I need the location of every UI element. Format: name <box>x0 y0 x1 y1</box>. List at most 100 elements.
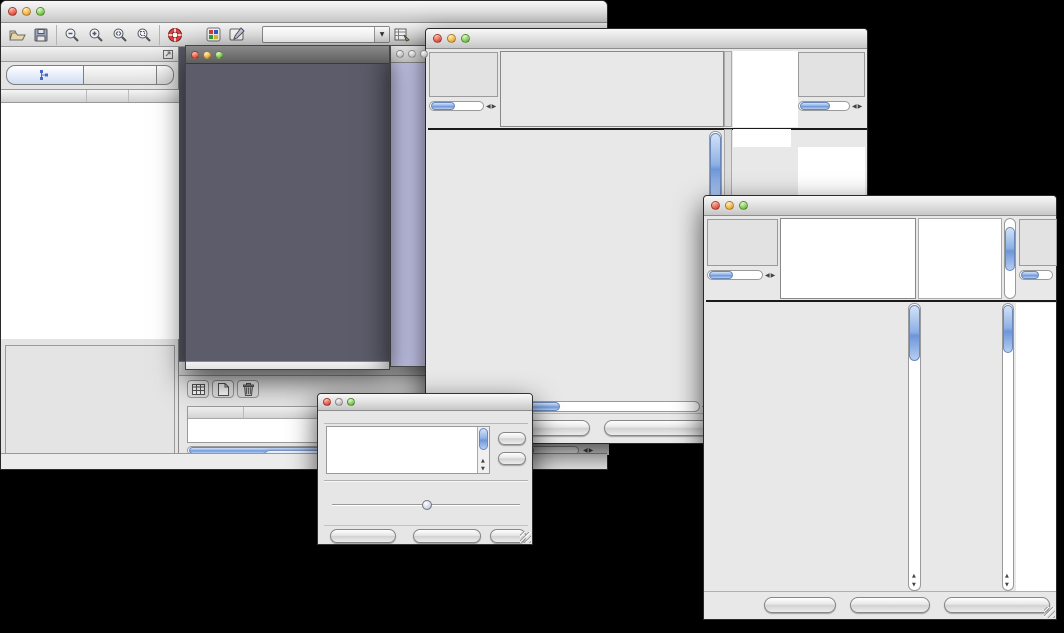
tab-vizmapper[interactable] <box>84 65 157 85</box>
animate-vizmap-button[interactable] <box>330 529 396 543</box>
animation-speed-slider[interactable] <box>332 500 520 510</box>
scroll-down-arrow[interactable]: ▼ <box>481 466 486 472</box>
slider-thumb[interactable] <box>422 500 432 510</box>
minimize-button[interactable] <box>22 7 31 16</box>
zoom-button[interactable] <box>36 7 45 16</box>
select-attributes-button[interactable] <box>187 380 209 398</box>
tv1-hints-hscrollbar[interactable] <box>798 101 850 111</box>
scroll-up-arrow[interactable]: ▲ <box>912 573 917 579</box>
col-nodes[interactable] <box>87 90 129 102</box>
close-button[interactable] <box>711 201 720 210</box>
minimize-button[interactable] <box>203 51 211 59</box>
zoom-fit-button[interactable] <box>108 24 132 46</box>
tv1-status-scroll-arrows[interactable]: ◀▶ <box>486 103 497 110</box>
tv2-save-data-button[interactable] <box>850 597 930 613</box>
scroll-down-arrow[interactable]: ▼ <box>912 582 917 588</box>
tv1-separator <box>428 128 867 130</box>
zoom-button[interactable] <box>347 398 355 406</box>
col-edges[interactable] <box>129 90 179 102</box>
tab-overflow-button[interactable] <box>157 65 174 85</box>
resize-grip[interactable] <box>520 532 531 543</box>
id-column-header[interactable] <box>188 407 244 418</box>
scroll-up-arrow[interactable]: ▲ <box>1005 573 1010 579</box>
attribute-browser-button[interactable] <box>390 24 414 46</box>
tv2-status-scroll-arrows[interactable]: ◀▶ <box>765 272 776 279</box>
close-button[interactable] <box>433 34 442 43</box>
close-button[interactable] <box>191 51 199 59</box>
tv2-hints-hscrollbar[interactable] <box>1019 270 1053 280</box>
scroll-up-arrow[interactable]: ▲ <box>481 458 486 464</box>
network1-view[interactable] <box>186 64 389 369</box>
treeview1-title-bar[interactable] <box>426 29 867 49</box>
network1-title-bar[interactable] <box>186 46 389 64</box>
toolbar-separator <box>56 25 57 45</box>
tv1-label-scroll-strip[interactable] <box>724 51 732 127</box>
dialog-title-bar[interactable] <box>318 394 532 411</box>
search-dropdown-arrow[interactable]: ▼ <box>374 27 389 42</box>
tv1-column-labels <box>733 51 791 127</box>
tv2-separator <box>706 300 1056 302</box>
move-down-button[interactable] <box>498 452 526 465</box>
tv2-labels-vscrollbar[interactable] <box>1004 218 1016 299</box>
tv1-export-graphics-button[interactable] <box>604 420 710 436</box>
network-overview[interactable] <box>5 345 175 459</box>
create-attribute-button[interactable] <box>212 380 234 398</box>
zoom-button[interactable] <box>420 50 428 58</box>
resize-grip[interactable] <box>1044 607 1055 618</box>
tv1-heatmap[interactable] <box>500 131 708 399</box>
save-session-button[interactable] <box>29 24 53 46</box>
treeview2-title-bar[interactable] <box>704 196 1056 216</box>
search-input[interactable] <box>263 27 374 42</box>
close-button[interactable] <box>8 7 17 16</box>
tv2-heatmap[interactable] <box>781 303 907 591</box>
tv1-hints-scroll-arrows[interactable]: ◀▶ <box>852 103 863 110</box>
minimize-button[interactable] <box>725 201 734 210</box>
close-button[interactable] <box>396 50 404 58</box>
annotation-tool-button[interactable] <box>225 24 249 46</box>
open-session-button[interactable] <box>5 24 29 46</box>
listbox-vscrollbar[interactable]: ▲ ▼ <box>477 427 489 473</box>
attribute-listbox[interactable]: ▲ ▼ <box>326 426 490 474</box>
zoom-out-button[interactable] <box>60 24 84 46</box>
float-panel-icon[interactable] <box>163 50 173 59</box>
tv2-row-dendrogram[interactable] <box>707 303 780 591</box>
help-button[interactable] <box>163 24 187 46</box>
tv2-column-dendrogram[interactable] <box>780 218 916 299</box>
vizmapper-icon <box>206 27 221 42</box>
zoom-button[interactable] <box>215 51 223 59</box>
tv2-selection-heatmap[interactable] <box>924 303 1000 591</box>
tv1-column-dendrogram[interactable] <box>500 51 724 127</box>
create-vizmap-button[interactable] <box>413 529 481 543</box>
zoom-out-icon <box>64 27 80 43</box>
tv1-row-dendrogram[interactable] <box>429 131 499 399</box>
delete-attribute-button[interactable] <box>237 380 259 398</box>
tv2-status-hscrollbar[interactable] <box>707 270 763 280</box>
move-up-button[interactable] <box>498 432 526 445</box>
vizmapper-tool-button[interactable] <box>201 24 225 46</box>
tv2-settings-button[interactable] <box>764 597 836 613</box>
tab-network[interactable] <box>6 65 84 85</box>
control-panel-header <box>1 47 178 62</box>
zoom-button[interactable] <box>461 34 470 43</box>
zoom-selected-button[interactable] <box>132 24 156 46</box>
minimize-button[interactable] <box>408 50 416 58</box>
toolbar-separator <box>159 25 160 45</box>
control-panel-tabbar <box>6 65 174 85</box>
minimize-button[interactable] <box>335 398 343 406</box>
tv2-export-graphics-button[interactable] <box>944 597 1050 613</box>
search-combobox[interactable]: ▼ <box>262 26 390 43</box>
zoom-in-button[interactable] <box>84 24 108 46</box>
window-controls <box>191 51 223 59</box>
tv1-similarity-matrix[interactable] <box>733 149 787 197</box>
scroll-down-arrow[interactable]: ▼ <box>1005 582 1010 588</box>
main-title-bar[interactable] <box>1 1 607 23</box>
tv2-view-status <box>707 219 778 266</box>
tv1-status-hscrollbar[interactable] <box>429 101 484 111</box>
attribute-table-icon <box>394 27 410 42</box>
col-network[interactable] <box>1 90 87 102</box>
tv2-selection-vscrollbar[interactable]: ▲ ▼ <box>1002 303 1014 591</box>
zoom-button[interactable] <box>739 201 748 210</box>
minimize-button[interactable] <box>447 34 456 43</box>
tv2-heatmap-vscrollbar[interactable]: ▲ ▼ <box>908 303 921 591</box>
close-button[interactable] <box>323 398 331 406</box>
